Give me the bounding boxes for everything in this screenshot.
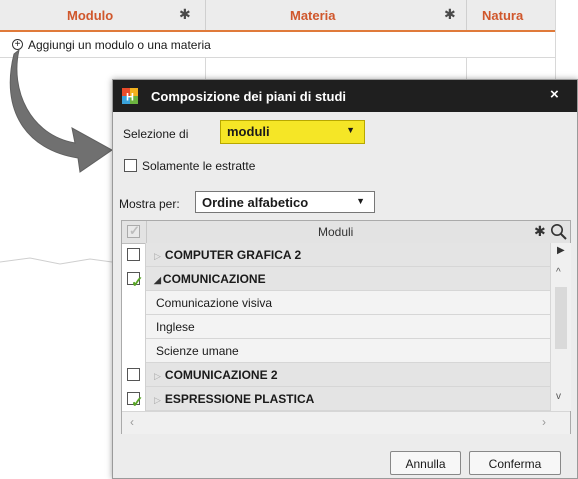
add-module-label: Aggiungi un modulo o una materia (28, 38, 211, 52)
row-cell: ▷ COMPUTER GRAFICA 2 (146, 243, 550, 267)
chevron-left-icon[interactable]: ‹ (130, 415, 134, 429)
table-rule (0, 57, 555, 58)
row-check-cell (122, 291, 146, 315)
svg-text:H: H (126, 92, 134, 104)
app-logo-icon: H (122, 88, 138, 104)
check-icon: ✓ (129, 223, 140, 238)
check-icon: ✓ (131, 274, 144, 291)
row-label: Scienze umane (156, 344, 239, 358)
row-cell: Inglese (146, 315, 550, 339)
select-all-checkbox[interactable]: ✓ (127, 223, 140, 238)
module-row[interactable]: ▷ COMUNICAZIONE 2 (122, 363, 550, 387)
column-materia[interactable]: Materia (290, 8, 336, 23)
row-cell: ◢ COMUNICAZIONE (146, 267, 550, 291)
pointer-arrow-icon (9, 48, 113, 173)
row-label: COMPUTER GRAFICA 2 (164, 248, 302, 262)
selection-value: moduli (227, 124, 270, 139)
row-cell: Scienze umane (146, 339, 550, 363)
column-natura[interactable]: Natura (482, 8, 523, 23)
row-check-cell (122, 315, 146, 339)
row-cell: ▷ COMUNICAZIONE 2 (146, 363, 550, 387)
study-plans-dialog: H Composizione dei piani di studi × Sele… (112, 79, 578, 479)
row-checkbox[interactable]: ✓ (127, 272, 144, 291)
vertical-scrollbar[interactable]: ▶ ^ v (550, 243, 571, 411)
chevron-up-icon[interactable]: ^ (556, 267, 561, 278)
add-module-link[interactable]: + Aggiungi un modulo o una materia (12, 38, 211, 52)
chevron-down-icon[interactable]: v (556, 391, 561, 402)
gear-icon[interactable]: ✱ (179, 6, 191, 23)
gear-icon[interactable]: ✱ (534, 223, 546, 240)
dialog-title-bar[interactable]: H Composizione dei piani di studi × (113, 80, 577, 112)
collapse-icon[interactable]: ◢ (154, 275, 161, 285)
module-row[interactable]: ▷ COMPUTER GRAFICA 2 (122, 243, 550, 267)
row-check-cell: ✓ (122, 387, 146, 411)
row-label: Comunicazione visiva (156, 296, 273, 310)
column-modulo[interactable]: Modulo (67, 8, 113, 23)
close-icon[interactable]: × (550, 86, 559, 103)
chevron-right-icon[interactable]: › (542, 415, 546, 429)
row-checkbox[interactable]: ✓ (127, 392, 144, 411)
row-label: ESPRESSIONE PLASTICA (164, 392, 315, 406)
search-icon[interactable] (550, 223, 568, 241)
chevron-down-icon: ▼ (346, 125, 355, 135)
horizontal-scrollbar[interactable]: ‹ › (122, 411, 570, 434)
subject-row[interactable]: Inglese (122, 315, 550, 339)
play-icon[interactable]: ▶ (557, 245, 565, 256)
chevron-down-icon: ▼ (356, 196, 365, 206)
scroll-thumb[interactable] (555, 287, 567, 349)
module-row[interactable]: ✓ ▷ ESPRESSIONE PLASTICA (122, 387, 550, 411)
column-separator (466, 0, 467, 30)
row-check-cell (122, 363, 146, 387)
show-by-value: Ordine alfabetico (202, 195, 309, 210)
row-checkbox[interactable] (127, 368, 140, 381)
expand-icon[interactable]: ▷ (154, 371, 161, 381)
show-by-dropdown[interactable]: Ordine alfabetico ▼ (195, 191, 375, 213)
row-label: COMUNICAZIONE 2 (164, 368, 278, 382)
expand-icon[interactable]: ▷ (154, 395, 161, 405)
column-separator (205, 0, 206, 30)
row-label: COMUNICAZIONE (162, 272, 266, 286)
grid-header: ✓ Moduli ✱ (122, 221, 570, 244)
gear-icon[interactable]: ✱ (444, 6, 456, 23)
grid-header-title[interactable]: Moduli (318, 225, 353, 239)
modules-grid: ✓ Moduli ✱ ▷ COMPUTER GRAFICA 2 ✓ ◢ COMUNICA… (121, 220, 571, 434)
only-extracted-checkbox[interactable] (124, 159, 137, 172)
cancel-button[interactable]: Annulla (390, 451, 461, 475)
table-header: Modulo ✱ Materia ✱ Natura (0, 0, 555, 32)
confirm-button[interactable]: Conferma (469, 451, 561, 475)
row-checkbox[interactable] (127, 248, 140, 261)
selection-label: Selezione di (123, 127, 189, 141)
dialog-title: Composizione dei piani di studi (151, 89, 347, 104)
row-cell: ▷ ESPRESSIONE PLASTICA (146, 387, 550, 411)
selection-dropdown[interactable]: moduli ▼ (220, 120, 365, 144)
module-row[interactable]: ✓ ◢ COMUNICAZIONE (122, 267, 550, 291)
row-check-cell (122, 243, 146, 267)
check-icon: ✓ (131, 394, 144, 411)
expand-icon[interactable]: ▷ (154, 251, 161, 261)
row-cell: Comunicazione visiva (146, 291, 550, 315)
subject-row[interactable]: Scienze umane (122, 339, 550, 363)
show-by-label: Mostra per: (119, 197, 180, 211)
add-circle-icon: + (12, 39, 23, 50)
row-label: Inglese (156, 320, 195, 334)
row-check-cell (122, 339, 146, 363)
grid-col-separator (146, 221, 147, 243)
only-extracted-label: Solamente le estratte (142, 159, 256, 173)
row-check-cell: ✓ (122, 267, 146, 291)
subject-row[interactable]: Comunicazione visiva (122, 291, 550, 315)
